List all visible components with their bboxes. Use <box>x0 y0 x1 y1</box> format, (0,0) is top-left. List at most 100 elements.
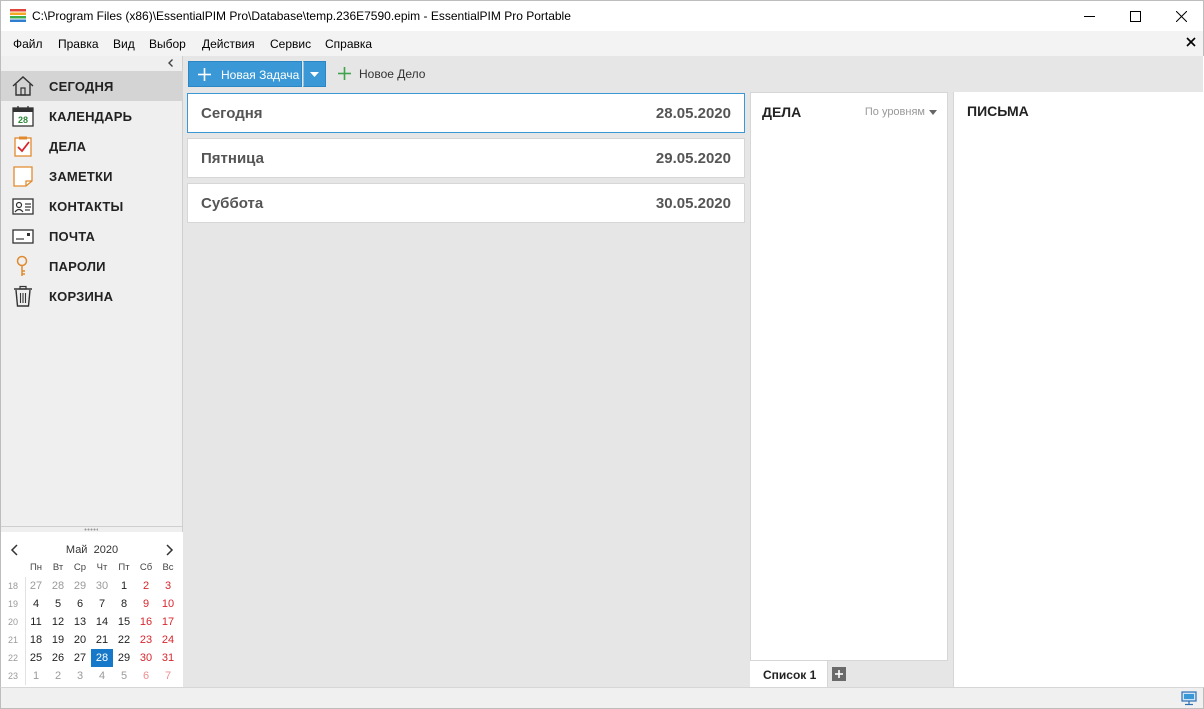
app-logo-icon <box>10 9 26 22</box>
calendar-day[interactable]: 31 <box>157 649 179 667</box>
calendar-weekday: Вс <box>162 562 174 573</box>
tasks-panel: ДЕЛА По уровням <box>750 92 948 661</box>
calendar-day[interactable]: 20 <box>69 631 91 649</box>
close-icon <box>1175 10 1187 22</box>
status-bar <box>0 687 1204 709</box>
calendar-day[interactable]: 2 <box>47 667 69 685</box>
calendar-day[interactable]: 7 <box>157 667 179 685</box>
calendar-day[interactable]: 19 <box>47 631 69 649</box>
sidebar-item-contacts[interactable]: КОНТАКТЫ <box>1 191 183 221</box>
calendar-day[interactable]: 15 <box>113 613 135 631</box>
menu-view[interactable]: Вид <box>113 37 135 51</box>
menu-edit[interactable]: Правка <box>58 37 99 51</box>
calendar-day[interactable]: 3 <box>69 667 91 685</box>
calendar-day[interactable]: 17 <box>157 613 179 631</box>
calendar-weekday: Чт <box>96 562 108 573</box>
sidebar-item-label: КОНТАКТЫ <box>49 199 124 214</box>
day-name: Суббота <box>201 195 264 212</box>
sidebar-item-passwords[interactable]: ПАРОЛИ <box>1 251 183 281</box>
close-button[interactable] <box>1158 1 1204 31</box>
calendar-day[interactable]: 12 <box>47 613 69 631</box>
calendar-day[interactable]: 24 <box>157 631 179 649</box>
new-task-label: Новая Задача <box>221 68 300 82</box>
calendar-day[interactable]: 25 <box>25 649 47 667</box>
new-task-dropdown-button[interactable] <box>303 61 326 87</box>
sidebar-item-calendar[interactable]: 28 КАЛЕНДАРЬ <box>1 101 183 131</box>
calendar-day[interactable]: 11 <box>25 613 47 631</box>
today-view: Новая Задача Новое Дело Сегодня 28.05.20… <box>183 56 1203 687</box>
calendar-day[interactable]: 7 <box>91 595 113 613</box>
tab-list-1[interactable]: Список 1 <box>750 661 828 687</box>
calendar-day[interactable]: 22 <box>113 631 135 649</box>
calendar-day[interactable]: 23 <box>135 631 157 649</box>
calendar-day[interactable]: 16 <box>135 613 157 631</box>
calendar-day[interactable]: 5 <box>113 667 135 685</box>
sidebar-item-tasks[interactable]: ДЕЛА <box>1 131 183 161</box>
sidebar-item-notes[interactable]: ЗАМЕТКИ <box>1 161 183 191</box>
calendar-month-title[interactable]: Май 2020 <box>1 544 183 556</box>
menu-select[interactable]: Выбор <box>149 37 186 51</box>
splitter-grip-icon <box>84 528 98 531</box>
calendar-day[interactable]: 5 <box>47 595 69 613</box>
network-status-icon[interactable] <box>1181 691 1197 706</box>
minimize-button[interactable] <box>1066 1 1112 31</box>
group-by-dropdown[interactable]: По уровням <box>865 106 937 118</box>
calendar-day[interactable]: 27 <box>25 577 47 595</box>
calendar-weekday: Сб <box>139 562 153 573</box>
calendar-day[interactable]: 30 <box>135 649 157 667</box>
new-item-button[interactable]: Новое Дело <box>334 61 434 87</box>
day-card-saturday[interactable]: Суббота 30.05.2020 <box>187 183 745 223</box>
plus-icon <box>835 670 843 678</box>
menu-service[interactable]: Сервис <box>270 37 311 51</box>
sidebar: СЕГОДНЯ 28 КАЛЕНДАРЬ ДЕЛА ЗАМЕТКИ КОНТАК… <box>0 56 183 687</box>
calendar-day[interactable]: 29 <box>113 649 135 667</box>
calendar-day[interactable]: 3 <box>157 577 179 595</box>
next-month-icon[interactable] <box>164 544 174 556</box>
menu-bar: Файл Правка Вид Выбор Действия Сервис Сп… <box>0 31 1204 56</box>
calendar-day[interactable]: 6 <box>135 667 157 685</box>
calendar-day[interactable]: 1 <box>25 667 47 685</box>
calendar-day[interactable]: 6 <box>69 595 91 613</box>
collapse-sidebar-icon[interactable] <box>166 58 176 68</box>
calendar-day[interactable]: 21 <box>91 631 113 649</box>
add-list-button[interactable] <box>832 667 846 681</box>
calendar-icon-day: 28 <box>18 115 28 125</box>
calendar-day[interactable]: 4 <box>25 595 47 613</box>
sidebar-item-today[interactable]: СЕГОДНЯ <box>1 71 183 101</box>
close-document-icon[interactable] <box>1185 36 1197 48</box>
trash-icon <box>14 285 32 307</box>
menu-file[interactable]: Файл <box>13 37 43 51</box>
calendar-day[interactable]: 2 <box>135 577 157 595</box>
menu-help[interactable]: Справка <box>325 37 372 51</box>
plus-icon <box>338 67 351 80</box>
calendar-week-row: 21 18 19 20 21 22 23 24 <box>5 631 181 649</box>
maximize-icon <box>1129 10 1141 22</box>
calendar-day[interactable]: 29 <box>69 577 91 595</box>
calendar-day[interactable]: 4 <box>91 667 113 685</box>
calendar-day[interactable]: 1 <box>113 577 135 595</box>
sidebar-item-trash[interactable]: КОРЗИНА <box>1 281 183 311</box>
calendar-day[interactable]: 14 <box>91 613 113 631</box>
tasks-icon <box>14 136 32 157</box>
calendar-day[interactable]: 26 <box>47 649 69 667</box>
day-card-today[interactable]: Сегодня 28.05.2020 <box>187 93 745 133</box>
sidebar-item-label: ПАРОЛИ <box>49 259 106 274</box>
calendar-day[interactable]: 8 <box>113 595 135 613</box>
tasks-tab-bar: Список 1 <box>750 661 948 687</box>
calendar-day[interactable]: 10 <box>157 595 179 613</box>
menu-actions[interactable]: Действия <box>202 37 255 51</box>
tab-label: Список 1 <box>763 668 817 682</box>
sidebar-item-mail[interactable]: ПОЧТА <box>1 221 183 251</box>
toolbar: Новая Задача Новое Дело <box>183 56 1203 92</box>
new-task-button[interactable]: Новая Задача <box>188 61 326 87</box>
calendar-day[interactable]: 28 <box>91 649 113 667</box>
calendar-day[interactable]: 9 <box>135 595 157 613</box>
maximize-button[interactable] <box>1112 1 1158 31</box>
calendar-day[interactable]: 28 <box>47 577 69 595</box>
calendar-day[interactable]: 27 <box>69 649 91 667</box>
calendar-day[interactable]: 30 <box>91 577 113 595</box>
mail-panel-title: ПИСЬМА <box>967 103 1029 119</box>
calendar-day[interactable]: 13 <box>69 613 91 631</box>
calendar-day[interactable]: 18 <box>25 631 47 649</box>
day-card-friday[interactable]: Пятница 29.05.2020 <box>187 138 745 178</box>
